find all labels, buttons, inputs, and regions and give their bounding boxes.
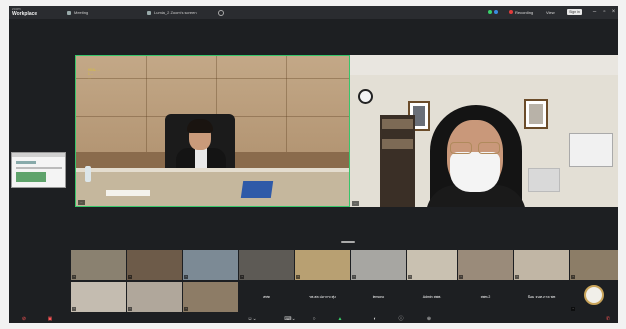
gallery-name: ... bbox=[515, 275, 520, 279]
screen-icon bbox=[147, 10, 151, 15]
gallery-tile[interactable]: ... bbox=[183, 282, 238, 312]
gallery-tile-no-video[interactable]: Admin สพพ. bbox=[407, 282, 457, 312]
ceiling bbox=[350, 55, 618, 75]
printer bbox=[528, 168, 560, 192]
mic-muted-icon[interactable]: ⊘ bbox=[19, 315, 29, 323]
laptop bbox=[240, 181, 274, 198]
gallery-name: ... bbox=[240, 275, 245, 279]
meeting-controls: ⊘ ▣ ☺⌄ ⌨⌄ ○ ▲ ◐ ⓘ ⊕ ✆ bbox=[9, 315, 618, 323]
water-bottle bbox=[85, 166, 91, 182]
tab-meeting[interactable]: Meeting bbox=[67, 9, 88, 16]
info-icon[interactable] bbox=[494, 10, 498, 14]
record-icon bbox=[509, 10, 513, 14]
gallery-tile[interactable]: ... bbox=[239, 250, 294, 280]
gallery-name: ... bbox=[128, 275, 133, 279]
reactions-icon[interactable]: ○ bbox=[309, 315, 319, 323]
close-icon[interactable]: × bbox=[610, 8, 617, 16]
status-indicators bbox=[488, 10, 500, 15]
view-button[interactable]: View bbox=[546, 9, 555, 16]
shelf-row bbox=[382, 139, 413, 149]
thumbnail-block bbox=[16, 161, 36, 164]
gallery-tile-no-video[interactable]: lemono bbox=[351, 282, 406, 312]
person-shirt bbox=[195, 148, 207, 170]
video-off-icon[interactable]: ▣ bbox=[45, 315, 55, 323]
gallery-tile[interactable]: ... bbox=[127, 282, 182, 312]
gallery-tile-no-video[interactable]: สพท bbox=[239, 282, 294, 312]
gallery-name: ... bbox=[128, 307, 133, 311]
maximize-icon[interactable]: ▫ bbox=[601, 8, 608, 16]
shelf-row bbox=[382, 119, 413, 129]
thumbnail-block bbox=[16, 172, 46, 182]
gallery-tile-no-video[interactable]: ป้อม จนท.ภาค พท bbox=[514, 282, 569, 312]
tab-shared-screen-label: Lumia_2 Zoom's screen bbox=[154, 10, 197, 15]
gallery-tile-no-video[interactable]: รพ.สต.ปลากระทุ่ง bbox=[295, 282, 350, 312]
gallery-tile-no-video[interactable]: สพท.2 bbox=[458, 282, 513, 312]
gallery-tile[interactable]: ... bbox=[127, 250, 182, 280]
gallery-tile[interactable]: ... bbox=[71, 282, 126, 312]
gallery-name: ... bbox=[184, 275, 189, 279]
brand-workplace: Workplace bbox=[12, 11, 38, 17]
end-icon[interactable]: ✆ bbox=[603, 315, 613, 323]
gallery-tile[interactable]: ... bbox=[351, 250, 406, 280]
glasses bbox=[450, 142, 472, 154]
chat-icon[interactable]: ⌨⌄ bbox=[282, 315, 298, 323]
sign-in-button[interactable]: Sign in bbox=[567, 9, 582, 15]
gallery-tile[interactable]: ... bbox=[570, 250, 618, 280]
zoom-window: zoom Workplace Meeting Lumia_2 Zoom's sc… bbox=[9, 6, 618, 323]
shared-screen-thumbnail[interactable] bbox=[11, 152, 66, 188]
thumbnail-toolbar bbox=[12, 153, 65, 157]
shield-icon[interactable] bbox=[488, 10, 492, 14]
tab-meeting-label: Meeting bbox=[74, 10, 89, 15]
participant-name-label: ... bbox=[78, 200, 85, 205]
wall-sign-text: HEAL ... 1 ... ... bbox=[88, 68, 100, 80]
papers bbox=[106, 190, 150, 196]
gallery-tile[interactable]: ... bbox=[514, 250, 569, 280]
whiteboard bbox=[569, 133, 613, 167]
wall-clock bbox=[358, 89, 373, 104]
meeting-icon bbox=[67, 10, 71, 15]
gallery-name: ... bbox=[408, 275, 413, 279]
share-screen-icon[interactable]: ▲ bbox=[335, 315, 345, 323]
minimize-icon[interactable]: – bbox=[591, 8, 598, 16]
portrait-image bbox=[529, 104, 543, 124]
gallery-name: ... bbox=[72, 307, 77, 311]
gallery-name: ... bbox=[571, 275, 576, 279]
video-tile-active-speaker[interactable]: HEAL ... 1 ... ... ... bbox=[75, 55, 350, 207]
gallery-tile[interactable]: ... bbox=[458, 250, 513, 280]
gallery-tile[interactable]: ... bbox=[407, 250, 457, 280]
gallery-tile[interactable]: ... bbox=[71, 250, 126, 280]
sign-line: ... bbox=[88, 76, 91, 80]
gallery-name: ... bbox=[296, 275, 301, 279]
portrait-frame bbox=[524, 99, 548, 129]
apps-icon[interactable]: ⊕ bbox=[424, 315, 434, 323]
person-hair bbox=[187, 119, 213, 133]
title-bar: zoom Workplace Meeting Lumia_2 Zoom's sc… bbox=[9, 6, 618, 19]
glasses bbox=[478, 142, 500, 154]
participants-icon[interactable]: ☺⌄ bbox=[244, 315, 260, 323]
gallery-name: ... bbox=[459, 275, 464, 279]
logo-avatar bbox=[584, 285, 604, 305]
face-mask bbox=[450, 152, 500, 192]
participant-name-label: ... bbox=[352, 201, 359, 206]
gallery-name: ... bbox=[72, 275, 77, 279]
gallery-name: ... bbox=[352, 275, 357, 279]
app-brand: zoom Workplace bbox=[12, 7, 37, 17]
gallery-resize-handle[interactable] bbox=[341, 241, 355, 243]
gallery-name: ... bbox=[184, 307, 189, 311]
tab-shared-screen[interactable]: Lumia_2 Zoom's screen bbox=[147, 9, 197, 16]
gallery-tile[interactable]: ... bbox=[295, 250, 350, 280]
gallery-tile[interactable]: ... bbox=[183, 250, 238, 280]
info-icon[interactable]: ⓘ bbox=[396, 315, 406, 323]
recording-label[interactable]: Recording bbox=[515, 9, 533, 16]
record-icon[interactable]: ◐ bbox=[370, 315, 380, 323]
gallery-tile-avatar[interactable]: ... bbox=[570, 282, 618, 312]
gallery-name: ... bbox=[571, 307, 576, 311]
tab-close-icon[interactable] bbox=[218, 10, 224, 16]
video-tile-participant[interactable]: ... bbox=[350, 55, 618, 207]
thumbnail-block bbox=[16, 167, 62, 169]
wall-panel-line bbox=[146, 56, 147, 156]
wall-panel-line bbox=[286, 56, 287, 156]
wall-panel-line bbox=[76, 78, 349, 79]
